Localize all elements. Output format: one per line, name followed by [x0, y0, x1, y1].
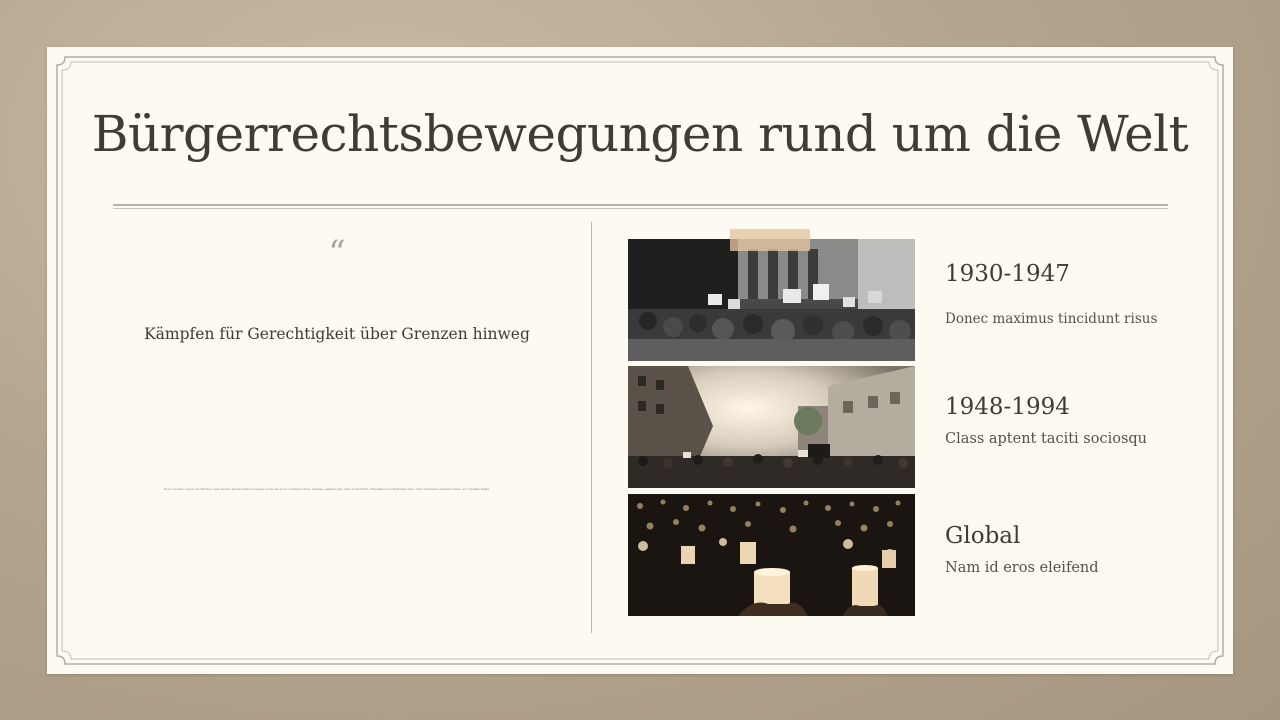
timeline-period-1: 1930-1947 [945, 261, 1070, 287]
timeline-desc-2: Class aptent taciti sociosqu [945, 431, 1148, 447]
title-divider [113, 204, 1168, 206]
timeline-period-3: Global [945, 523, 1021, 549]
timeline-period-2: 1948-1994 [945, 394, 1070, 420]
timeline-desc-3: Nam id eros eleifend [945, 560, 1099, 576]
protest-crowd-signs-photo [628, 239, 915, 361]
slide-paper: Bürgerrechtsbewegungen rund um die Welt … [47, 47, 1233, 674]
photo-tape [730, 229, 810, 251]
timeline-desc-1: Donec maximus tincidunt risus [945, 311, 1158, 327]
title-divider-secondary [113, 208, 1168, 209]
page-title: Bürgerrechtsbewegungen rund um die Welt [91, 105, 1189, 163]
quote-text: Kämpfen für Gerechtigkeit über Grenzen h… [144, 325, 530, 343]
column-divider [591, 222, 592, 633]
candlelight-vigil-photo [628, 494, 915, 616]
quote-icon: “ [328, 233, 346, 273]
quote-fine-print: Donec mollis, neque in efficitur, eget i… [163, 487, 491, 491]
street-march-crowd-photo [628, 366, 915, 488]
